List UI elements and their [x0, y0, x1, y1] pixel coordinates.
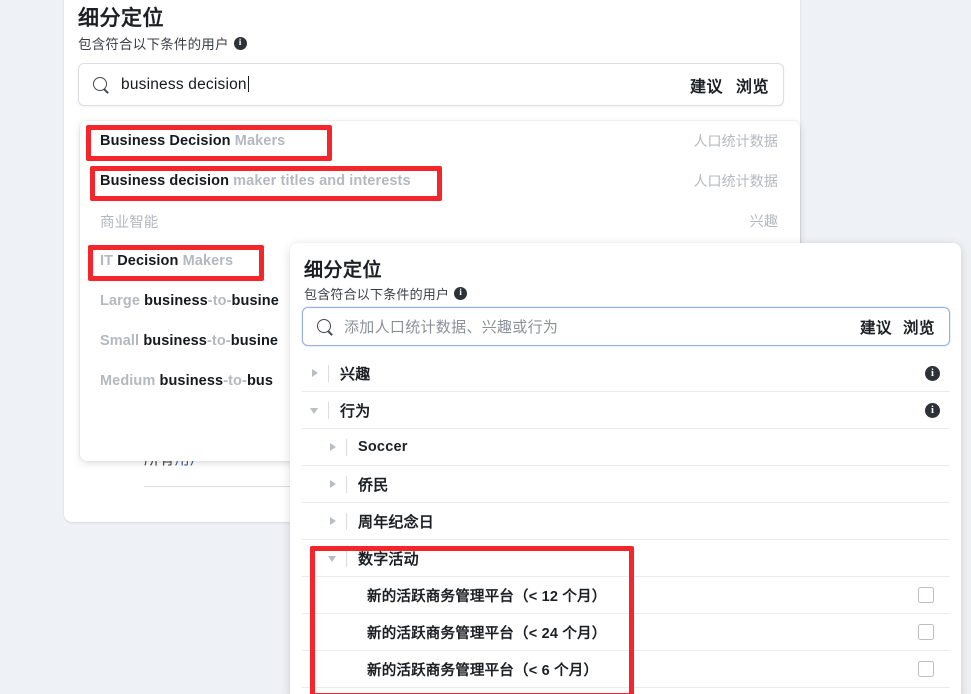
checkbox-new-bm-24[interactable]: [918, 624, 934, 640]
tree-label-anniversary: 周年纪念日: [358, 511, 434, 532]
tree-label-new-bm-6: 新的活跃商务管理平台（< 6 个月）: [302, 659, 598, 680]
panel1-title: 细分定位: [78, 2, 164, 32]
tree-label-expats: 侨民: [358, 474, 388, 495]
panel1-search-actions: 建议 浏览: [690, 73, 769, 97]
suggestion-label-2: 商业智能: [100, 211, 738, 232]
suggestion-item-1[interactable]: Business decision maker titles and inter…: [80, 161, 800, 201]
suggestion-label-0: Business Decision Makers: [100, 133, 681, 149]
suggestion-category-2: 兴趣: [750, 211, 778, 231]
tree-indent-rail: [328, 402, 329, 419]
tree-indent-rail: [328, 365, 329, 382]
panel1-browse-button[interactable]: 浏览: [736, 73, 769, 97]
panel2-search-input[interactable]: 添加人口统计数据、兴趣或行为: [344, 316, 558, 337]
suggestion-item-0[interactable]: Business Decision Makers 人口统计数据: [80, 121, 800, 161]
tree-indent-rail: [346, 476, 347, 493]
panel2-browse-button[interactable]: 浏览: [903, 316, 935, 338]
suggestion-category-0: 人口统计数据: [693, 131, 778, 151]
panel1-search-bar[interactable]: business decision 建议 浏览: [78, 63, 784, 106]
tree-row-anniversary[interactable]: 周年纪念日: [302, 503, 950, 540]
info-icon[interactable]: i: [925, 403, 940, 418]
tree-label-digital-activity: 数字活动: [358, 548, 419, 569]
tree-row-digital-activity[interactable]: 数字活动: [302, 540, 950, 577]
detailed-targeting-panel-front: 细分定位 包含符合以下条件的用户 i 添加人口统计数据、兴趣或行为 建议 浏览 …: [290, 243, 961, 694]
tree-row-new-bm-6[interactable]: 新的活跃商务管理平台（< 6 个月）: [302, 651, 950, 688]
tree-label-new-bm-12: 新的活跃商务管理平台（< 12 个月）: [302, 585, 606, 606]
search-icon: [316, 318, 334, 336]
panel1-subtitle-text: 包含符合以下条件的用户: [78, 33, 229, 53]
panel2-suggest-button[interactable]: 建议: [860, 316, 892, 338]
screenshot-root: 细分定位 包含符合以下条件的用户 i business decision 建议 …: [0, 0, 971, 694]
info-icon[interactable]: i: [234, 37, 247, 50]
tree-indent-rail: [346, 439, 347, 456]
chevron-down-icon[interactable]: [328, 554, 337, 563]
panel2-search-bar[interactable]: 添加人口统计数据、兴趣或行为 建议 浏览: [302, 307, 950, 346]
tree-row-behaviors[interactable]: 行为 i: [302, 392, 950, 429]
info-icon[interactable]: i: [454, 287, 467, 300]
tree-row-new-bm-24[interactable]: 新的活跃商务管理平台（< 24 个月）: [302, 614, 950, 651]
checkbox-new-bm-6[interactable]: [918, 661, 934, 677]
tree-row-new-bm-12[interactable]: 新的活跃商务管理平台（< 12 个月）: [302, 577, 950, 614]
checkbox-new-bm-12[interactable]: [918, 587, 934, 603]
search-icon: [92, 76, 110, 94]
suggestion-item-2[interactable]: 商业智能 兴趣: [80, 201, 800, 241]
tree-row-soccer[interactable]: Soccer: [302, 429, 950, 466]
tree-row-interests[interactable]: 兴趣 i: [302, 355, 950, 392]
info-icon[interactable]: i: [925, 366, 940, 381]
panel2-title: 细分定位: [304, 255, 382, 282]
tree-label-behaviors: 行为: [340, 400, 370, 421]
tree-label-new-bm-24: 新的活跃商务管理平台（< 24 个月）: [302, 622, 606, 643]
suggestion-label-1: Business decision maker titles and inter…: [100, 173, 681, 189]
tree-label-soccer: Soccer: [358, 439, 408, 455]
panel2-search-actions: 建议 浏览: [860, 316, 935, 338]
targeting-tree[interactable]: 兴趣 i 行为 i Soccer 侨民: [302, 355, 950, 691]
panel1-subtitle: 包含符合以下条件的用户 i: [78, 33, 247, 53]
text-caret: [248, 76, 249, 92]
panel1-search-value: business decision: [121, 76, 247, 93]
chevron-right-icon[interactable]: [328, 480, 337, 489]
panel2-subtitle-text: 包含符合以下条件的用户: [304, 284, 449, 303]
suggestion-category-1: 人口统计数据: [693, 171, 778, 191]
chevron-down-icon[interactable]: [310, 406, 319, 415]
panel1-search-input[interactable]: business decision: [121, 76, 690, 94]
tree-indent-rail: [346, 550, 347, 567]
chevron-right-icon[interactable]: [328, 443, 337, 452]
tree-indent-rail: [346, 513, 347, 530]
chevron-right-icon[interactable]: [310, 369, 319, 378]
panel2-subtitle: 包含符合以下条件的用户 i: [304, 284, 467, 303]
chevron-right-icon[interactable]: [328, 517, 337, 526]
panel1-suggest-button[interactable]: 建议: [690, 73, 723, 97]
tree-row-expats[interactable]: 侨民: [302, 466, 950, 503]
tree-label-interests: 兴趣: [340, 363, 370, 384]
